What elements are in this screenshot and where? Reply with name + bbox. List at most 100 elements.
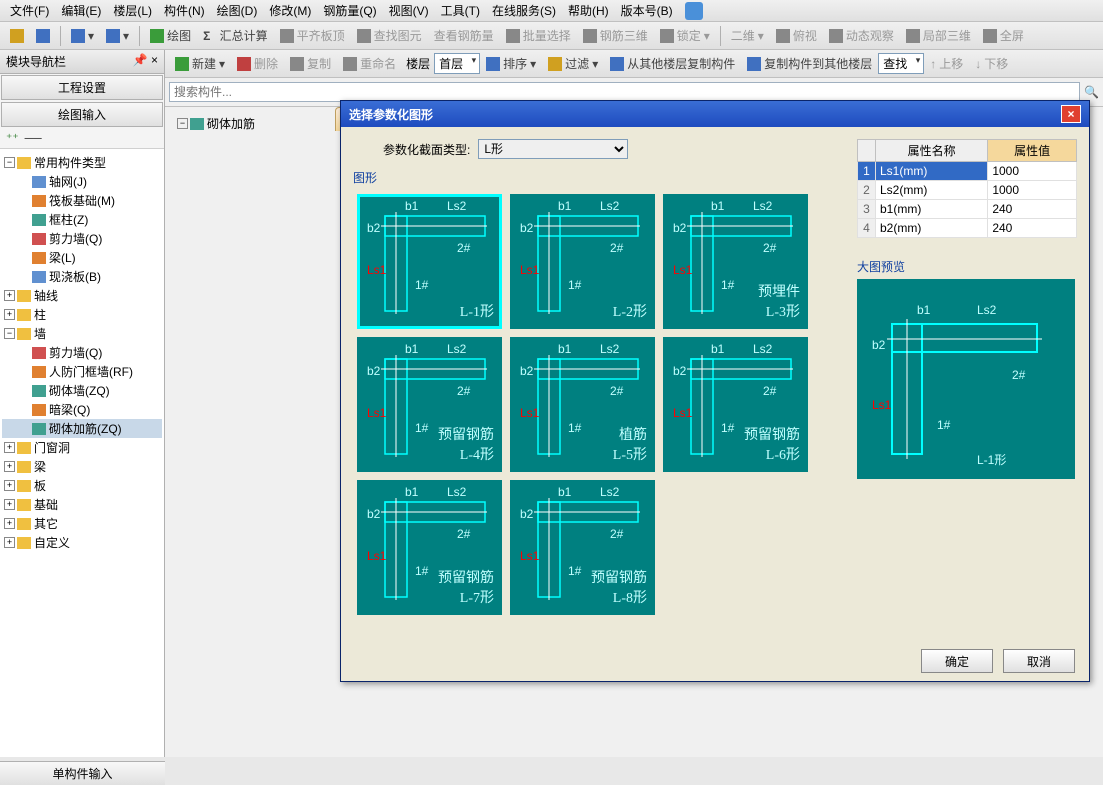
- copy-icon: [290, 57, 304, 71]
- sum-button[interactable]: Σ 汇总计算: [197, 25, 274, 46]
- undo-button[interactable]: ▾: [65, 27, 100, 45]
- copy-to-floor-button[interactable]: 复制构件到其他楼层: [741, 53, 878, 74]
- lock-icon: [660, 29, 674, 43]
- delete-button[interactable]: 删除: [231, 53, 284, 74]
- menu-floor[interactable]: 楼层(L): [107, 0, 158, 21]
- property-row[interactable]: 4b2(mm)240: [858, 219, 1077, 238]
- close-icon[interactable]: ×: [1061, 105, 1081, 123]
- menu-modify[interactable]: 修改(M): [263, 0, 317, 21]
- shape-option[interactable]: b1 Ls2 b2 Ls1 2# 1# 预留钢筋L-8形: [510, 480, 655, 615]
- menu-online[interactable]: 在线服务(S): [486, 0, 562, 21]
- masonry-tie-node[interactable]: 砌体加筋: [207, 115, 255, 132]
- shape-option[interactable]: b1 Ls2 b2 Ls1 2# 1# 植筋L-5形: [510, 337, 655, 472]
- flat-button[interactable]: 平齐板顶: [274, 25, 351, 46]
- dynamic-button[interactable]: 动态观察: [823, 25, 900, 46]
- tree-item[interactable]: 暗梁(Q): [49, 401, 90, 418]
- tree-item[interactable]: 剪力墙(Q): [49, 344, 102, 361]
- tree-item[interactable]: 砌体加筋(ZQ): [49, 420, 122, 437]
- tree-category[interactable]: 其它: [34, 515, 58, 532]
- moveup-button[interactable]: ↑上移: [924, 53, 969, 74]
- menu-rebar[interactable]: 钢筋量(Q): [317, 0, 382, 21]
- tree-item[interactable]: 砌体墙(ZQ): [49, 382, 110, 399]
- expand-tool-icon[interactable]: ⁺⁺: [6, 131, 19, 145]
- copy-from-floor-button[interactable]: 从其他楼层复制构件: [604, 53, 741, 74]
- draw-input-button[interactable]: 绘图输入: [1, 102, 163, 127]
- search-input[interactable]: [169, 82, 1080, 102]
- sort-button[interactable]: 排序▾: [480, 53, 542, 74]
- shape-option[interactable]: b1 Ls2 b2 Ls1 2# 1# 预留钢筋L-7形: [357, 480, 502, 615]
- tree-category[interactable]: 基础: [34, 496, 58, 513]
- property-table[interactable]: 属性名称 属性值 1Ls1(mm)10002Ls2(mm)10003b1(mm)…: [857, 139, 1077, 238]
- shape-option[interactable]: b1 Ls2 b2 Ls1 2# 1# L-1形: [357, 194, 502, 329]
- tree-item[interactable]: 梁(L): [49, 249, 76, 266]
- lock-button[interactable]: 锁定▾: [654, 25, 716, 46]
- tree-item[interactable]: 轴网(J): [49, 173, 87, 190]
- shape-option[interactable]: b1 Ls2 b2 Ls1 2# 1# 预留钢筋L-6形: [663, 337, 808, 472]
- dialog-titlebar[interactable]: 选择参数化图形 ×: [341, 101, 1089, 127]
- shape-option[interactable]: b1 Ls2 b2 Ls1 2# 1# 预埋件L-3形: [663, 194, 808, 329]
- save-button[interactable]: [30, 27, 56, 45]
- new-button[interactable]: 新建▾: [169, 53, 231, 74]
- menu-edit[interactable]: 编辑(E): [55, 0, 107, 21]
- property-row[interactable]: 1Ls1(mm)1000: [858, 162, 1077, 181]
- svg-text:2#: 2#: [763, 241, 777, 255]
- menu-draw[interactable]: 绘图(D): [211, 0, 264, 21]
- project-settings-button[interactable]: 工程设置: [1, 75, 163, 100]
- menu-file[interactable]: 文件(F): [4, 0, 55, 21]
- tree-item[interactable]: 现浇板(B): [49, 268, 101, 285]
- viewfind-button[interactable]: 查找图元: [351, 25, 428, 46]
- redo-button[interactable]: ▾: [100, 27, 135, 45]
- svg-text:Ls1: Ls1: [367, 406, 387, 420]
- tree-item[interactable]: 剪力墙(Q): [49, 230, 102, 247]
- movedown-button[interactable]: ↓下移: [969, 53, 1014, 74]
- search-go-icon[interactable]: 🔍: [1084, 85, 1099, 99]
- tree-category[interactable]: 柱: [34, 306, 46, 323]
- tree-category[interactable]: 轴线: [34, 287, 58, 304]
- collapse-tool-icon[interactable]: ──: [25, 131, 42, 145]
- shape-option[interactable]: b1 Ls2 b2 Ls1 2# 1# 预留钢筋L-4形: [357, 337, 502, 472]
- tree-item[interactable]: 筏板基础(M): [49, 192, 115, 209]
- component-list[interactable]: −砌体加筋: [165, 107, 335, 140]
- menu-component[interactable]: 构件(N): [158, 0, 211, 21]
- tree-category[interactable]: 墙: [34, 325, 46, 342]
- floor-select[interactable]: 首层: [434, 53, 480, 74]
- pin-icon[interactable]: 📌 ×: [133, 53, 158, 70]
- floor-label: 楼层: [406, 55, 430, 72]
- batch-icon: [506, 29, 520, 43]
- cube-icon: [583, 29, 597, 43]
- shape-option[interactable]: b1 Ls2 b2 Ls1 2# 1# L-2形: [510, 194, 655, 329]
- section-type-select[interactable]: L形: [478, 139, 628, 159]
- tree-category[interactable]: 梁: [34, 458, 46, 475]
- menu-tools[interactable]: 工具(T): [435, 0, 486, 21]
- property-row[interactable]: 3b1(mm)240: [858, 200, 1077, 219]
- svg-text:Ls2: Ls2: [447, 342, 467, 356]
- ok-button[interactable]: 确定: [921, 649, 993, 673]
- rebar3d-button[interactable]: 钢筋三维: [577, 25, 654, 46]
- 2d-button[interactable]: 二维▾: [725, 25, 770, 46]
- copy-button[interactable]: 复制: [284, 53, 337, 74]
- component-tree[interactable]: −常用构件类型轴网(J)筏板基础(M)框柱(Z)剪力墙(Q)梁(L)现浇板(B)…: [0, 149, 164, 757]
- menu-view[interactable]: 视图(V): [383, 0, 435, 21]
- single-component-tab[interactable]: 单构件输入: [0, 761, 165, 785]
- topview-button[interactable]: 俯视: [770, 25, 823, 46]
- tree-item[interactable]: 人防门框墙(RF): [49, 363, 133, 380]
- open-button[interactable]: [4, 27, 30, 45]
- tree-category[interactable]: 自定义: [34, 534, 70, 551]
- menu-version[interactable]: 版本号(B): [615, 0, 679, 21]
- menu-help[interactable]: 帮助(H): [562, 0, 615, 21]
- property-row[interactable]: 2Ls2(mm)1000: [858, 181, 1077, 200]
- filter-button[interactable]: 过滤▾: [542, 53, 604, 74]
- cancel-button[interactable]: 取消: [1003, 649, 1075, 673]
- fullscreen-button[interactable]: 全屏: [977, 25, 1030, 46]
- tree-category[interactable]: 门窗洞: [34, 439, 70, 456]
- rebar-qty-button[interactable]: 查看钢筋量: [428, 25, 500, 46]
- tree-category[interactable]: 板: [34, 477, 46, 494]
- rename-button[interactable]: 重命名: [337, 53, 402, 74]
- batch-button[interactable]: 批量选择: [500, 25, 577, 46]
- tree-item[interactable]: 框柱(Z): [49, 211, 88, 228]
- draw-button[interactable]: 绘图: [144, 25, 197, 46]
- tree-root[interactable]: 常用构件类型: [34, 154, 106, 171]
- area3d-button[interactable]: 局部三维: [900, 25, 977, 46]
- find-select[interactable]: 查找: [878, 53, 924, 74]
- svg-text:b2: b2: [520, 221, 534, 235]
